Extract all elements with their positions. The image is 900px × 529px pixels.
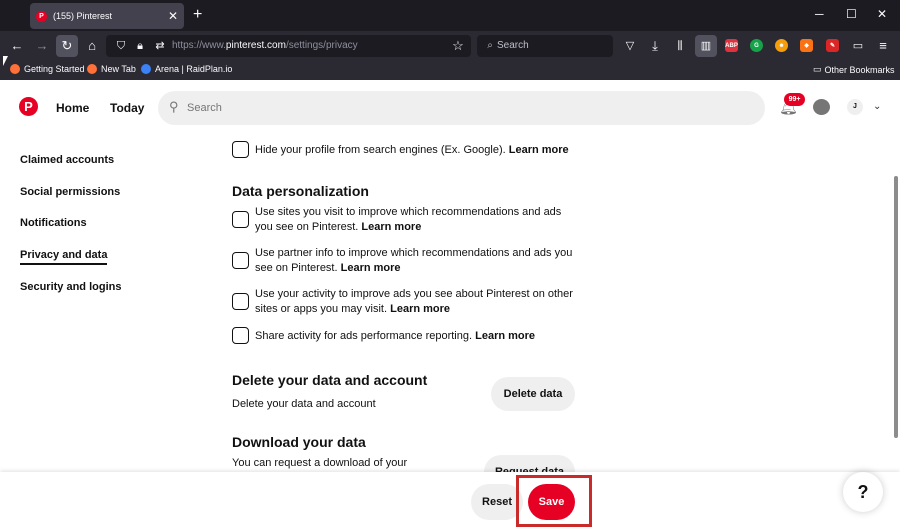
bookmark-getting-started[interactable]: Getting Started — [10, 64, 85, 74]
sidebar-item-social-permissions[interactable]: Social permissions — [20, 186, 120, 198]
search-engine-icon[interactable]: ⌕ — [481, 37, 499, 55]
learn-more-link[interactable]: Learn more — [341, 262, 401, 274]
sidebar-icon: ▥ — [700, 40, 712, 52]
option-text: Hide your profile from search engines (E… — [255, 144, 506, 156]
learn-more-link[interactable]: Learn more — [509, 144, 569, 156]
pocket-icon[interactable]: ▽ — [621, 37, 639, 55]
option-partner: Use partner info to improve which recomm… — [255, 246, 575, 276]
sidebar-item-security-and-logins[interactable]: Security and logins — [20, 281, 121, 293]
other-bookmarks-label: Other Bookmarks — [824, 64, 895, 75]
notification-badge: 99+ — [784, 93, 805, 106]
close-tab-icon[interactable]: ✕ — [168, 9, 178, 23]
lock-icon[interactable]: 🔒︎ — [131, 37, 149, 55]
save-button[interactable]: Save — [528, 484, 575, 520]
learn-more-link[interactable]: Learn more — [475, 330, 535, 342]
pinterest-favicon-icon: P — [36, 10, 47, 22]
other-bookmarks[interactable]: ▭ Other Bookmarks — [813, 64, 895, 75]
extension-icon[interactable]: ◆ — [800, 39, 813, 52]
bookmark-raidplan[interactable]: Arena | RaidPlan.io — [141, 64, 232, 74]
shield-icon[interactable]: ⛉ — [112, 37, 130, 55]
close-window-icon[interactable]: ✕ — [877, 7, 887, 21]
bookmark-label: New Tab — [101, 64, 136, 74]
grammarly-extension-icon[interactable]: G — [750, 39, 763, 52]
download-data-heading: Download your data — [232, 434, 366, 450]
lastpass-extension-icon[interactable]: ✎ — [826, 39, 839, 52]
avatar[interactable]: J — [847, 99, 863, 115]
hide-profile-option: Hide your profile from search engines (E… — [255, 143, 585, 158]
adblock-label: ABP — [725, 42, 738, 49]
learn-more-link[interactable]: Learn more — [390, 303, 450, 315]
option-text: Share activity for ads performance repor… — [255, 330, 473, 342]
minimize-icon[interactable]: ─ — [815, 7, 824, 21]
nav-home[interactable]: Home — [56, 101, 89, 115]
menu-icon[interactable]: ≡ — [874, 37, 892, 55]
hide-profile-checkbox[interactable] — [232, 141, 249, 158]
scrollbar[interactable] — [894, 176, 898, 438]
option-checkbox-sites[interactable] — [232, 211, 249, 228]
bookmark-star-icon[interactable]: ☆ — [449, 37, 467, 55]
messages-icon[interactable] — [813, 99, 830, 115]
browser-tab[interactable]: P (155) Pinterest ✕ — [30, 3, 184, 29]
search-input[interactable] — [158, 91, 765, 125]
sidebar-item-notifications[interactable]: Notifications — [20, 217, 87, 229]
delete-data-heading: Delete your data and account — [232, 372, 428, 388]
nav-today[interactable]: Today — [110, 101, 144, 115]
bookmark-new-tab[interactable]: New Tab — [87, 64, 136, 74]
url-text[interactable]: https://www.pinterest.com/settings/priva… — [172, 40, 358, 51]
learn-more-link[interactable]: Learn more — [361, 221, 421, 233]
pinterest-logo-icon[interactable]: P — [19, 97, 38, 116]
option-checkbox-share[interactable] — [232, 327, 249, 344]
tab-title: (155) Pinterest — [53, 11, 113, 21]
delete-data-description: Delete your data and account — [232, 398, 376, 410]
home-icon[interactable]: ⌂ — [83, 37, 101, 55]
option-sites: Use sites you visit to improve which rec… — [255, 205, 575, 235]
sidebar-item-claimed-accounts[interactable]: Claimed accounts — [20, 154, 114, 166]
chevron-down-icon[interactable]: ⌄ — [873, 101, 881, 112]
downloads-icon[interactable]: ⤓ — [646, 37, 664, 55]
forward-icon[interactable]: → — [33, 37, 51, 55]
honey-extension-icon[interactable]: ☻ — [775, 39, 788, 52]
settings-footer — [0, 472, 900, 529]
option-text: Use partner info to improve which recomm… — [255, 247, 573, 274]
mouse-cursor — [3, 56, 8, 66]
bookmark-label: Getting Started — [24, 64, 85, 74]
download-data-description: You can request a download of your — [232, 457, 408, 469]
new-tab-icon[interactable]: + — [193, 6, 202, 24]
option-checkbox-activity[interactable] — [232, 293, 249, 310]
search-icon: ⚲ — [169, 99, 179, 114]
search-placeholder: Search — [187, 102, 222, 114]
reload-icon: ↻ — [61, 38, 73, 53]
option-activity: Use your activity to improve ads you see… — [255, 287, 575, 317]
option-share: Share activity for ads performance repor… — [255, 329, 595, 344]
delete-data-button[interactable]: Delete data — [491, 377, 575, 411]
library-icon[interactable]: ⫼ — [671, 37, 689, 55]
permissions-icon[interactable]: ⇄ — [151, 37, 169, 55]
firefox-icon — [10, 64, 20, 74]
help-button[interactable]: ? — [843, 472, 883, 512]
raidplan-icon — [141, 64, 151, 74]
back-icon[interactable]: ← — [8, 37, 26, 55]
container-icon[interactable]: ▭ — [849, 37, 867, 55]
sidebar-item-privacy-and-data[interactable]: Privacy and data — [20, 249, 108, 265]
firefox-icon — [87, 64, 97, 74]
data-personalization-heading: Data personalization — [232, 183, 369, 199]
bookmark-label: Arena | RaidPlan.io — [155, 64, 233, 74]
folder-icon: ▭ — [813, 64, 822, 74]
maximize-icon[interactable]: ☐ — [846, 7, 857, 21]
option-checkbox-partner[interactable] — [232, 252, 249, 269]
adblock-extension-icon[interactable]: ABP — [725, 39, 738, 52]
